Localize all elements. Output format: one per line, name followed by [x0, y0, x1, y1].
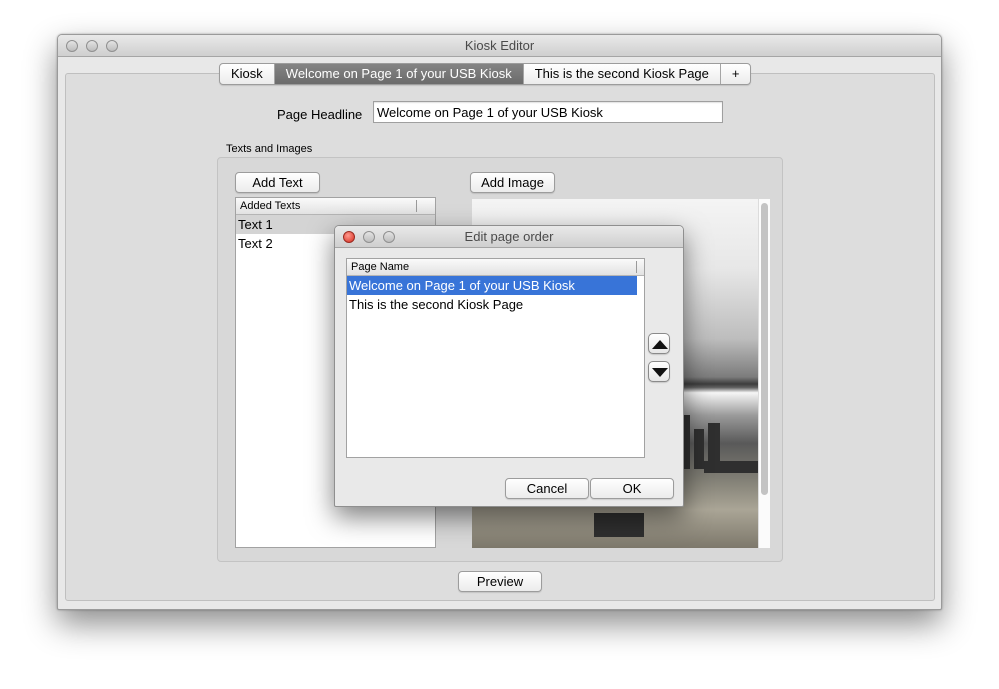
image-scroll-thumb[interactable] [761, 203, 768, 495]
page-name-column-header[interactable]: Page Name [347, 259, 644, 276]
column-divider [636, 261, 637, 273]
window-titlebar[interactable]: Kiosk Editor [58, 35, 941, 57]
page-order-list[interactable]: Page Name Welcome on Page 1 of your USB … [346, 258, 645, 458]
move-up-button[interactable] [648, 333, 670, 354]
ok-button[interactable]: OK [590, 478, 674, 499]
added-texts-header-label: Added Texts [240, 200, 301, 212]
move-down-button[interactable] [648, 361, 670, 382]
arrow-up-icon [652, 340, 668, 349]
group-title: Texts and Images [226, 143, 313, 155]
page-name-header-label: Page Name [351, 261, 410, 273]
preview-button[interactable]: Preview [458, 571, 542, 592]
tab-page-2[interactable]: This is the second Kiosk Page [524, 64, 721, 84]
image-scrollbar[interactable] [758, 199, 770, 548]
tab-page-1[interactable]: Welcome on Page 1 of your USB Kiosk [274, 64, 524, 84]
dialog-titlebar[interactable]: Edit page order [335, 226, 683, 248]
page-tab-bar: Kiosk Welcome on Page 1 of your USB Kios… [219, 63, 752, 85]
window-title: Kiosk Editor [464, 38, 535, 53]
page-list-item[interactable]: Welcome on Page 1 of your USB Kiosk [347, 276, 637, 295]
added-texts-column-header[interactable]: Added Texts [236, 198, 435, 215]
tab-kiosk[interactable]: Kiosk [220, 64, 275, 84]
tower-silhouette [694, 429, 704, 469]
edit-page-order-dialog: Edit page order Page Name Welcome on Pag… [334, 225, 684, 507]
boat-silhouette [594, 513, 644, 537]
column-divider [416, 200, 417, 212]
page-list-item[interactable]: This is the second Kiosk Page [347, 295, 644, 314]
dialog-title: Edit page order [464, 229, 554, 244]
arrow-down-icon [652, 368, 668, 377]
page-headline-label: Page Headline [277, 107, 363, 122]
cancel-button[interactable]: Cancel [505, 478, 589, 499]
moored-boat-silhouette [704, 461, 758, 473]
add-text-button[interactable]: Add Text [235, 172, 320, 193]
page-headline-input[interactable] [373, 101, 723, 123]
add-image-button[interactable]: Add Image [470, 172, 555, 193]
add-page-tab[interactable]: + [721, 64, 751, 84]
